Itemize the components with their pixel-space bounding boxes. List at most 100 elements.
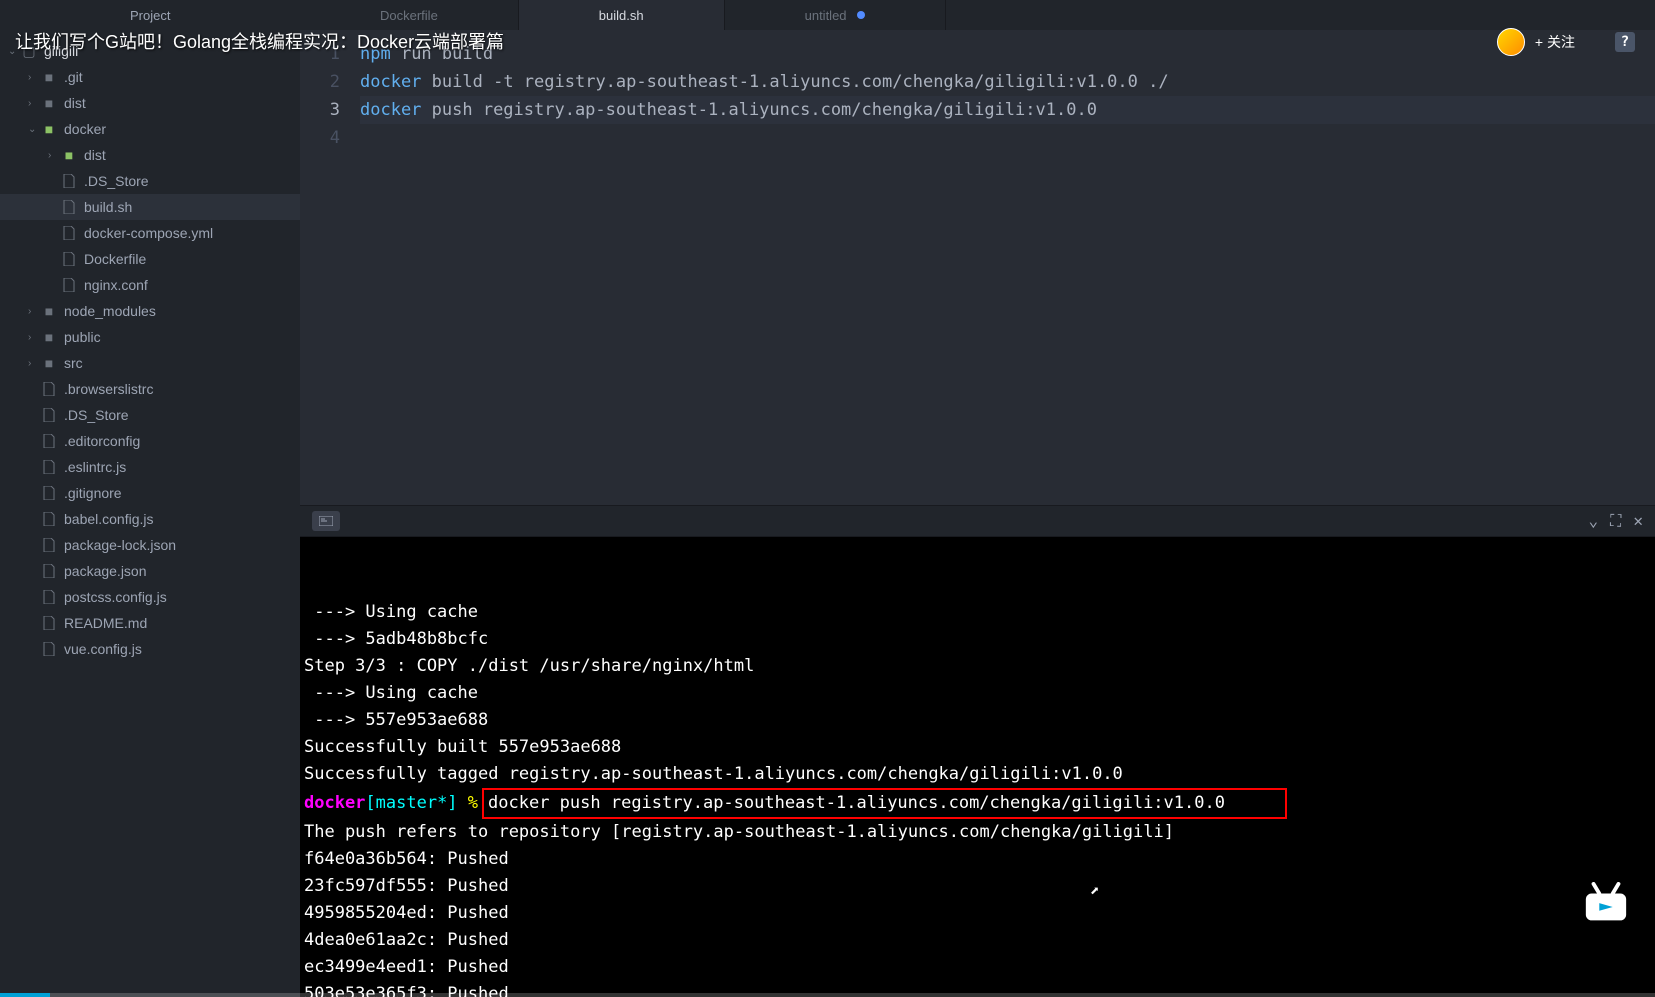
tree-item-label: babel.config.js <box>64 511 154 527</box>
file-icon <box>60 226 78 240</box>
tree-item-label: package-lock.json <box>64 537 176 553</box>
main-area: ⌄ ▢ giligili ›■.git›■dist⌄■docker›■dist.… <box>0 30 1655 997</box>
tree-item-label: Dockerfile <box>84 251 146 267</box>
file-icon <box>40 460 58 474</box>
follow-button[interactable]: + 关注 <box>1535 32 1575 52</box>
tree-item-node_modules[interactable]: ›■node_modules <box>0 298 300 324</box>
bilibili-logo-icon <box>1582 882 1630 922</box>
chevron-icon: › <box>28 332 40 343</box>
tree-item-package.json[interactable]: package.json <box>0 558 300 584</box>
line-number: 4 <box>300 124 340 152</box>
tree-item-label: .gitignore <box>64 485 122 501</box>
tree-item-vue.config.js[interactable]: vue.config.js <box>0 636 300 662</box>
tree-item-public[interactable]: ›■public <box>0 324 300 350</box>
terminal-line: 4959855204ed: Pushed <box>304 900 1651 927</box>
tree-item-label: .DS_Store <box>64 407 129 423</box>
tree-item-dist[interactable]: ›■ dist <box>0 142 300 168</box>
folder-open-icon: ■ <box>60 147 78 163</box>
plus-icon: + <box>1535 34 1543 50</box>
file-icon <box>40 486 58 500</box>
file-icon <box>40 434 58 448</box>
tree-item-label: .git <box>64 69 83 85</box>
maximize-icon[interactable]: ⛶ <box>1610 511 1621 531</box>
folder-icon: ■ <box>40 355 58 371</box>
file-icon <box>60 278 78 292</box>
terminal-line: ---> 557e953ae688 <box>304 707 1651 734</box>
video-progress-bar[interactable] <box>0 993 1655 997</box>
terminal-line: Step 3/3 : COPY ./dist /usr/share/nginx/… <box>304 653 1651 680</box>
folder-icon: ■ <box>40 95 58 111</box>
code-line: npm run build <box>360 40 1655 68</box>
chevron-icon: › <box>28 98 40 109</box>
terminal-toolbar: ⌄ ⛶ ✕ <box>300 505 1655 537</box>
tab-label: build.sh <box>599 8 644 23</box>
editor-tabs: Dockerfile build.sh untitled <box>300 0 946 30</box>
terminal-prompt-line: docker[master*] %docker push registry.ap… <box>304 788 1651 819</box>
tree-item-babel.config.js[interactable]: babel.config.js <box>0 506 300 532</box>
tree-item-.browserslistrc[interactable]: .browserslistrc <box>0 376 300 402</box>
folder-icon: ■ <box>40 69 58 85</box>
folder-open-icon: ■ <box>40 121 58 137</box>
tree-item-label: .browserslistrc <box>64 381 153 397</box>
tree-item-.DS_Store[interactable]: .DS_Store <box>0 402 300 428</box>
tab-build.sh[interactable]: build.sh <box>519 0 725 30</box>
terminal-line: The push refers to repository [registry.… <box>304 819 1651 846</box>
top-bar: Project Dockerfile build.sh untitled <box>0 0 1655 30</box>
editor-area: 1234 npm run builddocker build -t regist… <box>300 30 1655 997</box>
code-line: docker push registry.ap-southeast-1.aliy… <box>360 96 1655 124</box>
tree-item-label: vue.config.js <box>64 641 142 657</box>
code-content[interactable]: npm run builddocker build -t registry.ap… <box>360 40 1655 505</box>
tree-item-dist[interactable]: ›■ dist <box>0 90 300 116</box>
line-number: 2 <box>300 68 340 96</box>
highlighted-command: docker push registry.ap-southeast-1.aliy… <box>482 788 1287 819</box>
file-icon <box>40 382 58 396</box>
tab-Dockerfile[interactable]: Dockerfile <box>300 0 519 30</box>
video-title-overlay: 让我们写个G站吧！Golang全栈编程实况：Docker云端部署篇 <box>15 28 504 54</box>
tree-item-.DS_Store[interactable]: .DS_Store <box>0 168 300 194</box>
follow-label: 关注 <box>1547 32 1575 52</box>
tree-item-label: docker <box>64 121 106 137</box>
tree-item-README.md[interactable]: README.md <box>0 610 300 636</box>
file-icon <box>40 512 58 526</box>
help-icon[interactable]: ? <box>1615 32 1635 52</box>
tree-item-label: public <box>64 329 101 345</box>
avatar[interactable] <box>1497 28 1525 56</box>
tree-item-label: dist <box>64 95 86 111</box>
tree-item-src[interactable]: ›■src <box>0 350 300 376</box>
file-icon <box>60 174 78 188</box>
tree-item-docker[interactable]: ⌄■docker <box>0 116 300 142</box>
tree-item-label: build.sh <box>84 199 132 215</box>
tree-item-label: .eslintrc.js <box>64 459 126 475</box>
terminal-line: ---> 5adb48b8bcfc <box>304 626 1651 653</box>
file-icon <box>40 564 58 578</box>
tree-item-Dockerfile[interactable]: Dockerfile <box>0 246 300 272</box>
tree-item-.eslintrc.js[interactable]: .eslintrc.js <box>0 454 300 480</box>
chevron-icon: › <box>28 306 40 317</box>
tree-item-label: README.md <box>64 615 147 631</box>
tree-item-label: dist <box>84 147 106 163</box>
tab-label: Dockerfile <box>380 8 438 23</box>
terminal-panel[interactable]: ---> Using cache ---> 5adb48b8bcfcStep 3… <box>300 537 1655 997</box>
chevron-down-icon[interactable]: ⌄ <box>1589 511 1599 531</box>
line-gutter: 1234 <box>300 40 360 505</box>
tree-item-postcss.config.js[interactable]: postcss.config.js <box>0 584 300 610</box>
file-icon <box>40 408 58 422</box>
terminal-line: ---> Using cache <box>304 599 1651 626</box>
tree-item-.editorconfig[interactable]: .editorconfig <box>0 428 300 454</box>
tree-item-build.sh[interactable]: build.sh <box>0 194 300 220</box>
code-editor[interactable]: 1234 npm run builddocker build -t regist… <box>300 30 1655 505</box>
tree-item-.gitignore[interactable]: .gitignore <box>0 480 300 506</box>
tree-item-.git[interactable]: ›■.git <box>0 64 300 90</box>
close-icon[interactable]: ✕ <box>1633 511 1643 531</box>
tree-item-nginx.conf[interactable]: nginx.conf <box>0 272 300 298</box>
tab-untitled[interactable]: untitled <box>725 0 946 30</box>
project-label: Project <box>0 8 170 23</box>
tree-item-package-lock.json[interactable]: package-lock.json <box>0 532 300 558</box>
chevron-icon: › <box>48 150 60 161</box>
mouse-cursor-icon: ⬉ <box>1090 877 1100 904</box>
tree-item-docker-compose.yml[interactable]: docker-compose.yml <box>0 220 300 246</box>
terminal-tab-button[interactable] <box>312 511 340 531</box>
progress-fill <box>0 993 50 997</box>
file-icon <box>60 200 78 214</box>
file-icon <box>40 538 58 552</box>
